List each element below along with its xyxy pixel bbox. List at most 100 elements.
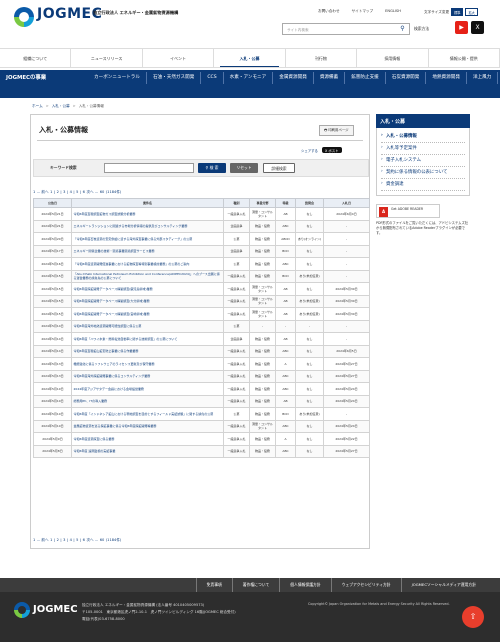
youtube-icon[interactable]: ▶ bbox=[455, 21, 468, 34]
cell-title[interactable]: 令和6年度直轄調査鉱物ガス調査試験分析業務 bbox=[71, 207, 224, 221]
cell-title[interactable]: 令和6年度海外探鉱開発事業に係るコンサルティング業務 bbox=[71, 369, 224, 383]
nav-publications[interactable]: 刊行物 bbox=[286, 49, 358, 67]
sidebar-item-procurement[interactable]: 資金調達 bbox=[381, 179, 465, 191]
col-header-grade[interactable]: 等級 bbox=[275, 198, 296, 208]
col-header-date[interactable]: 公告日 bbox=[33, 198, 72, 208]
pager-page[interactable]: 1 bbox=[50, 190, 52, 195]
pager-next[interactable]: 次へ ... bbox=[86, 538, 98, 543]
cell-title[interactable]: 令和6年度探鉱開発データベース構築調査(宮崎県域)業務 bbox=[71, 307, 224, 321]
cell-title[interactable]: エネルギートランジションに関連する市場分析情報の提供及びコンサルティング業務 bbox=[71, 219, 224, 233]
site-search-input[interactable]: サイト内検索 bbox=[282, 23, 410, 35]
col-header-bid-date[interactable]: 入札日 bbox=[323, 198, 370, 208]
pager-prev[interactable]: ... 前へ bbox=[37, 190, 49, 195]
cell-title[interactable]: 令和6年度 遠隔監視の実証事業 bbox=[71, 444, 224, 458]
col-header-type[interactable]: 種別 bbox=[223, 198, 250, 208]
col-header-briefing[interactable]: 質問会 bbox=[295, 198, 324, 208]
sidebar-heading[interactable]: 入札・公募 bbox=[376, 114, 470, 128]
cell-title[interactable]: 「令和6年度資源開発促進事業における鉱物探査等特別事業検討業務」の公募のご案内 bbox=[71, 257, 224, 271]
search-method-link[interactable]: 検索方法 bbox=[414, 26, 429, 32]
pager-first[interactable]: 1 bbox=[33, 538, 35, 543]
pager-page[interactable]: 4 bbox=[70, 538, 72, 543]
business-item-mine-pollution[interactable]: 鉱害防止支援 bbox=[345, 72, 386, 84]
cell-title[interactable]: 「Abu Dhabi International Petroleum Exhib… bbox=[71, 269, 224, 283]
col-header-title[interactable]: 案件名 bbox=[71, 198, 224, 208]
adobe-reader-banner[interactable]: A Get ADOBE READER bbox=[376, 204, 440, 218]
cell-title[interactable]: 金属鉱物資源を巡る探鉱事業に係る令和6年度探鉱開発等業務 bbox=[71, 419, 224, 433]
pager-next[interactable]: 次へ ... bbox=[86, 190, 98, 195]
search-icon[interactable]: ⚲ bbox=[398, 25, 407, 33]
business-item-coal[interactable]: 石炭資源開発 bbox=[386, 72, 427, 84]
jogmec-logo-icon[interactable] bbox=[14, 7, 34, 27]
pager-page[interactable]: 5 bbox=[76, 190, 78, 195]
footer-link-copyright[interactable]: 著作権について bbox=[231, 578, 279, 592]
font-size-standard-button[interactable]: 標準 bbox=[451, 8, 464, 16]
pager-page[interactable]: 2 bbox=[57, 190, 59, 195]
print-page-button[interactable]: 🖶 印刷用ページ bbox=[319, 125, 354, 136]
business-item-geothermal[interactable]: 地熱資源開発 bbox=[426, 72, 467, 84]
share-link[interactable]: シェアする bbox=[301, 148, 318, 153]
business-item-stockpiling[interactable]: 資源備蓄 bbox=[314, 72, 346, 84]
cell-title[interactable]: 機能強化に係るソフトウェアのライセンス更新及び保守業務 bbox=[71, 357, 224, 371]
x-icon[interactable]: X bbox=[471, 21, 484, 34]
business-item-offshore-wind[interactable]: 洋上風力 bbox=[467, 72, 499, 84]
reset-button[interactable]: リセット bbox=[230, 163, 258, 173]
pager-page[interactable]: 1 bbox=[50, 538, 52, 543]
sidebar-item-planned-bids[interactable]: 入札等予定案件 bbox=[381, 143, 465, 155]
col-header-field[interactable]: 事業分野 bbox=[249, 198, 276, 208]
arrow-up-icon[interactable]: ⇧ bbox=[462, 606, 484, 628]
sidebar-item-e-bidding[interactable]: 電子入札システム bbox=[381, 155, 465, 167]
pager-last[interactable]: 60 bbox=[100, 538, 105, 543]
cell-title[interactable]: 令和6年度海外地熱資源開発可能性調査に係る公募 bbox=[71, 319, 224, 333]
cell-title[interactable]: 令和6年度「インドネシア鉱山における現地調査を目的とするフィールド実証試験」に関… bbox=[71, 407, 224, 421]
cell-title[interactable]: 令和6年度「ハワイ水素・燃料電池自動車に関する技術調査」の公募について bbox=[71, 332, 224, 346]
nav-about[interactable]: 組織について bbox=[0, 49, 72, 67]
english-link[interactable]: ENGLISH bbox=[385, 9, 401, 14]
breadcrumb-home[interactable]: ホーム bbox=[32, 104, 43, 109]
nav-bids[interactable]: 入札・公募 bbox=[214, 49, 286, 67]
business-item-carbon-neutral[interactable]: カーボンニュートラル bbox=[88, 72, 147, 84]
font-size-large-button[interactable]: 拡大 bbox=[465, 8, 478, 16]
pager-page[interactable]: 2 bbox=[57, 538, 59, 543]
nav-events[interactable]: イベント bbox=[143, 49, 215, 67]
pager-page[interactable]: 3 bbox=[63, 190, 65, 195]
business-item-hydrogen[interactable]: 水素・アンモニア bbox=[224, 72, 274, 84]
business-item-ccs[interactable]: CCS bbox=[201, 72, 224, 84]
pager-page[interactable]: 3 bbox=[63, 538, 65, 543]
cell-title[interactable]: 令和6年度探鉱開発データベース構築調査(大分県域)業務 bbox=[71, 294, 224, 308]
cell-title[interactable]: 令和6年度資源探査に係る業務 bbox=[71, 432, 224, 446]
business-item-oil-gas[interactable]: 石油・天然ガス開発 bbox=[147, 72, 202, 84]
sidebar-item-contract-info[interactable]: 契約に係る情報の公表について bbox=[381, 167, 465, 179]
pager-first[interactable]: 1 bbox=[33, 190, 35, 195]
sidebar-item-bid-info[interactable]: 入札・公募情報 bbox=[381, 131, 465, 143]
cell-title[interactable]: 「令和6年度石炭資源の安定供給に資する海外探査事業に係る外部スタディーグ」の公募 bbox=[71, 232, 224, 246]
cell-title[interactable]: 令和6年度探鉱開発データベース構築調査(鹿児島県域)業務 bbox=[71, 282, 224, 296]
cell-title[interactable]: 総務用PC、ITの導入業務 bbox=[71, 394, 224, 408]
search-button-label: 検 索 bbox=[209, 165, 219, 170]
pager-last[interactable]: 60 bbox=[100, 190, 105, 195]
breadcrumb-bids[interactable]: 入札・公募 bbox=[52, 104, 70, 109]
pager-page[interactable]: 4 bbox=[70, 190, 72, 195]
sitemap-link[interactable]: サイトマップ bbox=[352, 9, 374, 14]
pager-page[interactable]: 6 bbox=[83, 190, 85, 195]
pager-page[interactable]: 6 bbox=[83, 538, 85, 543]
x-post-button[interactable]: X ポスト bbox=[321, 147, 342, 153]
cell-bid-date: 2024年5月22日 bbox=[323, 432, 370, 446]
keyword-search-button[interactable]: ⚲ 検 索 bbox=[198, 163, 226, 173]
footer-link-privacy[interactable]: 個人情報保護方針 bbox=[279, 578, 330, 592]
keyword-input[interactable] bbox=[104, 163, 194, 173]
cell-title[interactable]: 2024年度アジアサタデー会議における会場設営業務 bbox=[71, 382, 224, 396]
cell-title[interactable]: エネルギー関係企業の技術・環境事業環境調査サービス業務 bbox=[71, 244, 224, 258]
footer-link-social-policy[interactable]: JOGMECソーシャルメディア運用方針 bbox=[400, 578, 486, 592]
nav-recruit[interactable]: 採用情報 bbox=[357, 49, 429, 67]
pager-prev[interactable]: ... 前へ bbox=[37, 538, 49, 543]
nav-disclosure[interactable]: 情報公開・提供 bbox=[429, 49, 500, 67]
detail-search-button[interactable]: 詳細検索 bbox=[263, 163, 295, 173]
nav-news[interactable]: ニュースリリース bbox=[71, 49, 143, 67]
contact-link[interactable]: お問い合わせ bbox=[318, 9, 340, 14]
footer-link-disclaimer[interactable]: 免責事項 bbox=[195, 578, 232, 592]
business-nav-title[interactable]: JOGMECの事業 bbox=[6, 73, 46, 81]
footer-link-accessibility[interactable]: ウェブアクセシビリティ方針 bbox=[330, 578, 401, 592]
pager-page[interactable]: 5 bbox=[76, 538, 78, 543]
business-item-metals[interactable]: 金属資源開発 bbox=[273, 72, 314, 84]
cell-title[interactable]: 令和6年度直轄鉱山鉱害防止事業に係る作業業務 bbox=[71, 344, 224, 358]
